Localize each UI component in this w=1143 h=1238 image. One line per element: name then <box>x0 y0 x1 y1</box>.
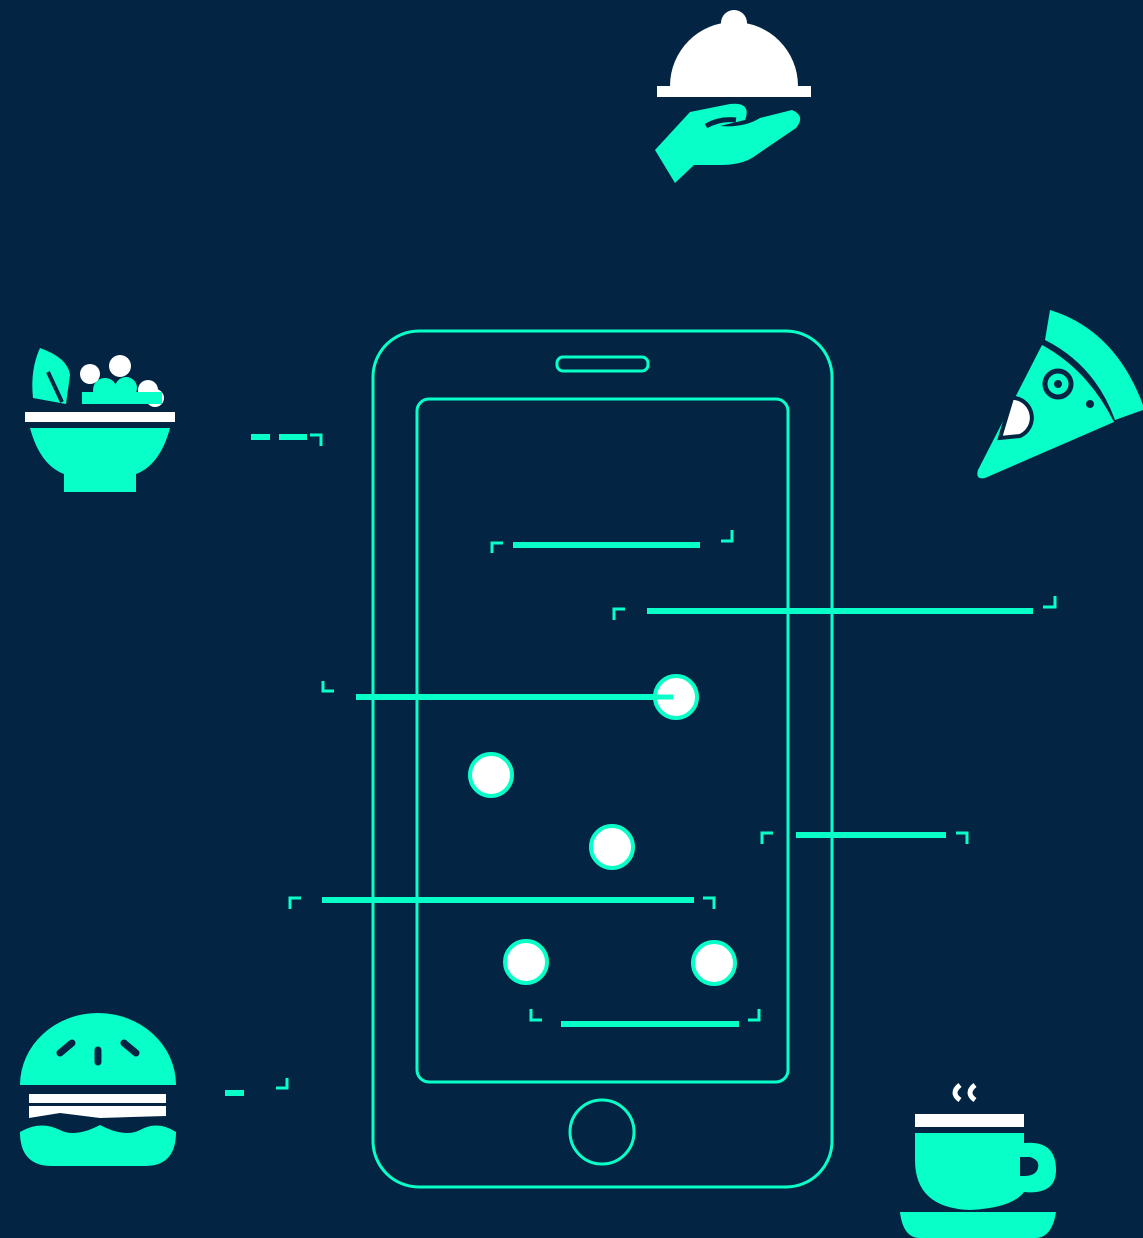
dot <box>589 824 635 870</box>
illustration-canvas <box>0 0 1143 1238</box>
dot <box>503 939 549 985</box>
dot <box>468 752 514 798</box>
background <box>0 0 1143 1238</box>
dot <box>691 940 737 986</box>
